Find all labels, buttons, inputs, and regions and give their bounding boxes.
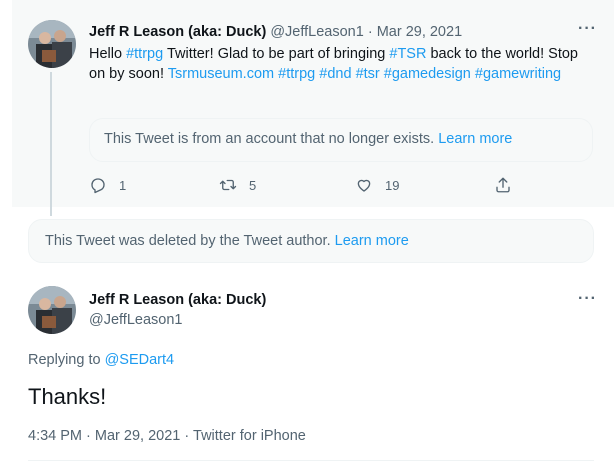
parent-handle[interactable]: @JeffLeason1 — [270, 24, 363, 40]
hashtag-tsr-2[interactable]: #tsr — [356, 66, 380, 82]
retweet-count: 5 — [249, 177, 257, 193]
parent-date[interactable]: Mar 29, 2021 — [377, 24, 462, 40]
hashtag-gamedesign[interactable]: #gamedesign — [384, 66, 471, 82]
text-segment: Hello — [89, 46, 127, 62]
main-time[interactable]: 4:34 PM — [28, 428, 82, 444]
parent-more-icon[interactable]: ··· — [578, 20, 597, 38]
unavailable-quote-box: This Tweet is from an account that no lo… — [89, 118, 593, 162]
hashtag-tsr[interactable]: #TSR — [389, 46, 426, 62]
parent-tweet-header: Jeff R Leason (aka: Duck) @JeffLeason1 ·… — [89, 24, 462, 40]
thread-line — [50, 72, 52, 216]
hashtag-ttrpg-2[interactable]: #ttrpg — [278, 66, 315, 82]
like-count: 19 — [385, 177, 400, 193]
deleted-tweet-text: This Tweet was deleted by the Tweet auth… — [45, 233, 331, 249]
main-tweet-meta: 4:34 PM · Mar 29, 2021 · Twitter for iPh… — [28, 428, 306, 444]
hashtag-dnd[interactable]: #dnd — [319, 66, 351, 82]
website-link[interactable]: Tsrmuseum.com — [168, 66, 274, 82]
heart-icon — [357, 179, 371, 192]
replying-to-label: Replying to — [28, 352, 105, 368]
main-source[interactable]: Twitter for iPhone — [193, 428, 306, 444]
main-display-name[interactable]: Jeff R Leason (aka: Duck) — [89, 292, 266, 308]
text-segment: Twitter! Glad to be part of bringing — [163, 46, 390, 62]
parent-tweet-text: Hello #ttrpg Twitter! Glad to be part of… — [89, 44, 589, 84]
parent-display-name[interactable]: Jeff R Leason (aka: Duck) — [89, 24, 266, 40]
deleted-tweet-box: This Tweet was deleted by the Tweet auth… — [28, 219, 594, 263]
main-date[interactable]: Mar 29, 2021 — [95, 428, 180, 444]
main-separator-2: · — [184, 428, 190, 444]
reply-count: 1 — [119, 177, 127, 193]
replying-to-handle[interactable]: @SEDart4 — [105, 352, 175, 368]
reply-icon — [91, 178, 105, 194]
hashtag-gamewriting[interactable]: #gamewriting — [475, 66, 561, 82]
divider — [28, 460, 594, 461]
deleted-learn-more-link[interactable]: Learn more — [335, 233, 409, 249]
main-more-icon[interactable]: ··· — [578, 290, 597, 308]
retweet-button[interactable]: 5 — [219, 176, 256, 194]
learn-more-link[interactable]: Learn more — [438, 131, 512, 147]
hashtag-ttrpg[interactable]: #ttrpg — [126, 46, 163, 62]
share-icon — [496, 177, 510, 193]
parent-action-bar: 1 5 19 — [89, 176, 589, 196]
retweet-icon — [219, 179, 237, 191]
replying-to: Replying to @SEDart4 — [28, 352, 174, 368]
parent-avatar[interactable] — [28, 20, 76, 68]
main-avatar[interactable] — [28, 286, 76, 334]
reply-button[interactable]: 1 — [89, 176, 126, 194]
main-tweet-text: Thanks! — [28, 384, 107, 409]
main-separator-1: · — [86, 428, 91, 444]
share-button[interactable] — [494, 176, 512, 194]
main-handle[interactable]: @JeffLeason1 — [89, 312, 182, 328]
like-button[interactable]: 19 — [355, 176, 399, 194]
unavailable-quote-text: This Tweet is from an account that no lo… — [104, 131, 435, 147]
parent-separator: · — [367, 24, 373, 40]
